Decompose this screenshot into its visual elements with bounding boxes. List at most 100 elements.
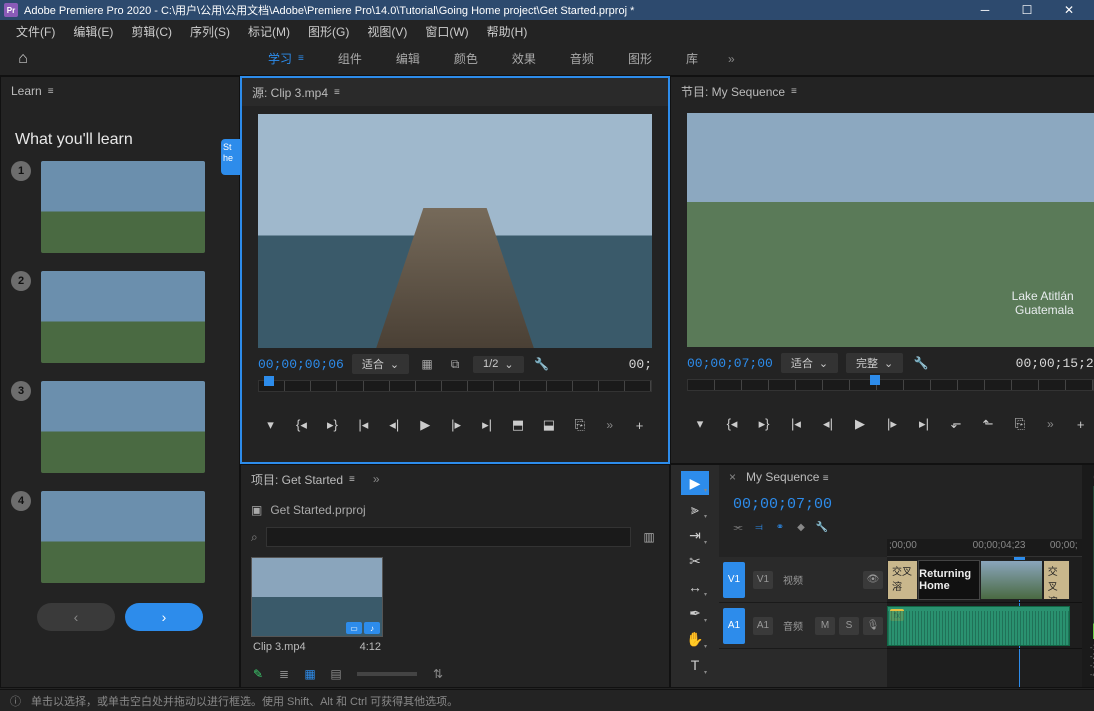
hint-flyout[interactable]: St he	[221, 139, 241, 175]
slip-tool[interactable]: ↔▾	[681, 575, 709, 599]
program-transport-overflow[interactable]: »	[1039, 417, 1062, 431]
source-scrub-bar[interactable]	[258, 380, 652, 404]
marker-toggle[interactable]: ◆	[792, 519, 810, 535]
prog-go-to-in-button[interactable]: |◂	[783, 413, 809, 435]
program-wrench-icon[interactable]: 🔧	[911, 353, 931, 373]
new-bin-from-search-icon[interactable]: ▥	[639, 527, 659, 547]
track-head-a1[interactable]: A1 A1 音频 M S 🎙	[719, 603, 887, 649]
prog-step-back-button[interactable]: ◂|	[815, 413, 841, 435]
source-playhead[interactable]	[264, 376, 274, 386]
prog-play-button[interactable]: ▶	[847, 413, 873, 435]
workspace-tab-editing[interactable]: 编辑	[384, 44, 432, 73]
audio-clip[interactable]: fx	[887, 606, 1070, 646]
source-settings-icon[interactable]: ▦	[417, 354, 437, 374]
prog-go-to-out-button[interactable]: ▸|	[911, 413, 937, 435]
maximize-button[interactable]: ☐	[1006, 1, 1048, 19]
a1-solo[interactable]: S	[839, 617, 859, 635]
learn-item-4[interactable]: 4	[11, 491, 229, 583]
program-quality-dropdown[interactable]: 完整 ⌄	[846, 353, 903, 373]
program-playhead[interactable]	[870, 375, 880, 385]
selection-tool[interactable]: ▶▾	[681, 471, 709, 495]
v1-toggle-output[interactable]: 👁	[863, 571, 883, 589]
workspace-tab-libraries[interactable]: 库	[674, 44, 710, 73]
menu-sequence[interactable]: 序列(S)	[182, 21, 238, 42]
workspace-tab-assembly[interactable]: 组件	[326, 44, 374, 73]
track-select-tool[interactable]: ⫸▾	[681, 497, 709, 521]
timeline-settings-icon[interactable]: 🔧	[813, 519, 831, 535]
learn-back-button[interactable]: ‹	[37, 603, 115, 631]
video-clip-transition-2[interactable]: 交叉溶	[1043, 560, 1070, 600]
program-monitor[interactable]: Lake Atitlán Guatemala	[687, 113, 1094, 347]
learn-item-3[interactable]: 3	[11, 381, 229, 473]
add-marker-button[interactable]: ▾	[258, 414, 283, 436]
prog-step-forward-button[interactable]: |▸	[879, 413, 905, 435]
timeline-timecode[interactable]: 00;00;07;00	[733, 496, 832, 513]
learn-tab[interactable]: Learn ≡	[11, 84, 54, 98]
sequence-tab[interactable]: My Sequence ≡	[746, 470, 829, 484]
button-editor-button[interactable]: +	[627, 414, 652, 436]
program-scrub-bar[interactable]	[687, 379, 1094, 403]
prog-lift-button[interactable]: ⬐	[943, 413, 969, 435]
insert-button[interactable]: ⬒	[506, 414, 531, 436]
video-clip-title[interactable]: Returning Home	[918, 560, 980, 600]
project-tab[interactable]: 项目: Get Started ≡	[251, 471, 355, 488]
source-timecode-in[interactable]: 00;00;00;06	[258, 357, 344, 372]
source-monitor[interactable]	[258, 114, 652, 348]
menu-view[interactable]: 视图(V)	[359, 21, 415, 42]
linked-selection-toggle[interactable]: ⚭	[771, 519, 789, 535]
project-clip-item[interactable]: ▭ ♪ Clip 3.mp4 4:12	[251, 557, 383, 657]
workspace-tab-color[interactable]: 颜色	[442, 44, 490, 73]
step-back-button[interactable]: ◂|	[382, 414, 407, 436]
mark-out-button[interactable]: ▸}	[320, 414, 345, 436]
learn-item-2[interactable]: 2	[11, 271, 229, 363]
v1-target[interactable]: V1	[753, 571, 773, 589]
source-compare-icon[interactable]: ⧉	[445, 354, 465, 374]
minimize-button[interactable]: ─	[964, 1, 1006, 19]
close-button[interactable]: ✕	[1048, 1, 1090, 19]
prog-mark-in-button[interactable]: {◂	[719, 413, 745, 435]
menu-window[interactable]: 窗口(W)	[417, 21, 476, 42]
a1-mute[interactable]: M	[815, 617, 835, 635]
prog-export-frame-button[interactable]: ⎘	[1007, 413, 1033, 435]
video-clip-footage[interactable]	[980, 560, 1042, 600]
rw-toggle-icon[interactable]: ✎	[249, 665, 267, 683]
freeform-view-icon[interactable]: ▤	[327, 665, 345, 683]
source-transport-overflow[interactable]: »	[598, 418, 621, 432]
icon-view-icon[interactable]: ▦	[301, 665, 319, 683]
program-timecode-in[interactable]: 00;00;07;00	[687, 356, 773, 371]
step-forward-button[interactable]: |▸	[444, 414, 469, 436]
menu-clip[interactable]: 剪辑(C)	[123, 21, 180, 42]
thumb-size-slider[interactable]	[357, 672, 417, 676]
learn-item-1[interactable]: 1	[11, 161, 229, 253]
source-resolution-dropdown[interactable]: 1/2 ⌄	[473, 356, 524, 373]
snap-toggle[interactable]: ⫤	[750, 519, 768, 535]
source-wrench-icon[interactable]: 🔧	[532, 354, 552, 374]
play-button[interactable]: ▶	[413, 414, 438, 436]
workspace-tab-effects[interactable]: 效果	[500, 44, 548, 73]
program-tab[interactable]: 节目: My Sequence ≡	[681, 83, 797, 100]
sort-icon[interactable]: ⇅	[429, 665, 447, 683]
go-to-out-button[interactable]: ▸|	[475, 414, 500, 436]
overwrite-button[interactable]: ⬓	[536, 414, 561, 436]
razor-tool[interactable]: ✂	[681, 549, 709, 573]
a1-source-patch[interactable]: A1	[723, 608, 745, 644]
v1-source-patch[interactable]: V1	[723, 562, 745, 598]
workspace-overflow[interactable]: »	[720, 52, 743, 66]
workspace-tab-graphics[interactable]: 图形	[616, 44, 664, 73]
timeline-close-icon[interactable]: ×	[729, 470, 736, 484]
project-tab-overflow[interactable]: »	[365, 472, 388, 486]
menu-help[interactable]: 帮助(H)	[479, 21, 536, 42]
learn-forward-button[interactable]: ›	[125, 603, 203, 631]
menu-edit[interactable]: 编辑(E)	[65, 21, 121, 42]
a1-voiceover[interactable]: 🎙	[863, 617, 883, 635]
prog-button-editor-button[interactable]: +	[1068, 413, 1094, 435]
menu-graphics[interactable]: 图形(G)	[300, 21, 357, 42]
ripple-edit-tool[interactable]: ⇥▾	[681, 523, 709, 547]
list-view-icon[interactable]: ≣	[275, 665, 293, 683]
prog-add-marker-button[interactable]: ▾	[687, 413, 713, 435]
mark-in-button[interactable]: {◂	[289, 414, 314, 436]
export-frame-button[interactable]: ⎘	[567, 414, 592, 436]
prog-extract-button[interactable]: ⬑	[975, 413, 1001, 435]
program-zoom-dropdown[interactable]: 适合 ⌄	[781, 353, 838, 373]
a1-target[interactable]: A1	[753, 617, 773, 635]
